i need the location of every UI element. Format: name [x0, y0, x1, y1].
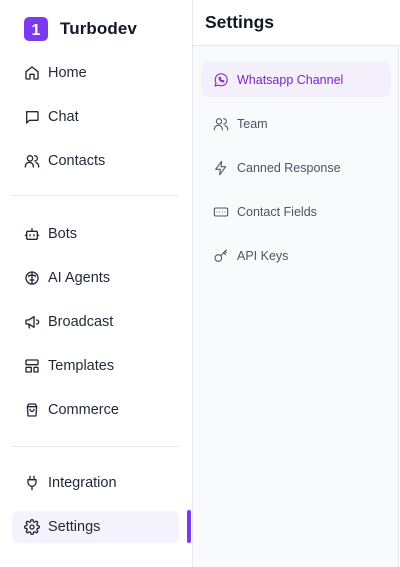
text-field-icon [213, 204, 229, 220]
sidebar-item-label: Settings [48, 519, 101, 535]
shopping-bag-icon [24, 402, 40, 418]
sidebar-divider [12, 195, 179, 196]
settings-item-label: Canned Response [237, 160, 341, 175]
turbodev-logo-icon: 1 [24, 17, 48, 41]
settings-header: Settings [193, 0, 399, 46]
sidebar-item-commerce[interactable]: Commerce [12, 394, 179, 426]
sidebar-item-label: Broadcast [48, 314, 114, 330]
brain-icon [24, 270, 40, 286]
settings-item-label: Whatsapp Channel [237, 72, 344, 87]
settings-item-team[interactable]: Team [201, 106, 391, 141]
templates-icon [24, 358, 40, 374]
megaphone-icon [24, 314, 40, 330]
page-title: Settings [205, 12, 275, 32]
sidebar-item-label: AI Agents [48, 270, 111, 286]
sidebar-item-label: Contacts [48, 153, 106, 169]
sidebar-item-bots[interactable]: Bots [12, 218, 179, 250]
team-icon [213, 116, 229, 132]
app-name: Turbodev [60, 19, 137, 38]
bot-icon [24, 226, 40, 242]
sidebar-item-label: Bots [48, 226, 78, 242]
settings-item-label: API Keys [237, 248, 289, 263]
sidebar-item-contacts[interactable]: Contacts [12, 145, 179, 177]
plug-icon [24, 475, 40, 491]
whatsapp-icon [213, 72, 229, 88]
lightning-icon [213, 160, 229, 176]
settings-item-label: Contact Fields [237, 204, 317, 219]
brand[interactable]: 1 Turbodev [24, 17, 137, 41]
home-icon [24, 65, 40, 81]
sidebar-item-broadcast[interactable]: Broadcast [12, 306, 179, 338]
settings-item-api-keys[interactable]: API Keys [201, 238, 391, 273]
chat-icon [24, 109, 40, 125]
sidebar-item-chat[interactable]: Chat [12, 101, 179, 133]
settings-item-canned-response[interactable]: Canned Response [201, 150, 391, 185]
sidebar-item-ai-agents[interactable]: AI Agents [12, 262, 179, 294]
sidebar: 1 Turbodev Home Chat Contacts Bots AI Ag… [0, 0, 192, 567]
settings-panel: Settings Whatsapp Channel Team Canned Re… [192, 0, 399, 567]
sidebar-item-label: Home [48, 65, 87, 81]
key-icon [213, 248, 229, 264]
sidebar-item-label: Templates [48, 358, 115, 374]
contacts-icon [24, 153, 40, 169]
logo-glyph: 1 [32, 22, 41, 39]
active-indicator [187, 510, 191, 543]
sidebar-item-label: Integration [48, 475, 117, 491]
sidebar-item-home[interactable]: Home [12, 57, 179, 89]
settings-item-contact-fields[interactable]: Contact Fields [201, 194, 391, 229]
gear-icon [24, 519, 40, 535]
sidebar-item-integration[interactable]: Integration [12, 467, 179, 499]
sidebar-item-label: Commerce [48, 402, 119, 418]
settings-item-label: Team [237, 116, 268, 131]
sidebar-item-label: Chat [48, 109, 79, 125]
sidebar-item-settings[interactable]: Settings [12, 511, 179, 543]
sidebar-item-templates[interactable]: Templates [12, 350, 179, 382]
settings-item-whatsapp-channel[interactable]: Whatsapp Channel [201, 62, 391, 97]
sidebar-divider [12, 446, 179, 447]
